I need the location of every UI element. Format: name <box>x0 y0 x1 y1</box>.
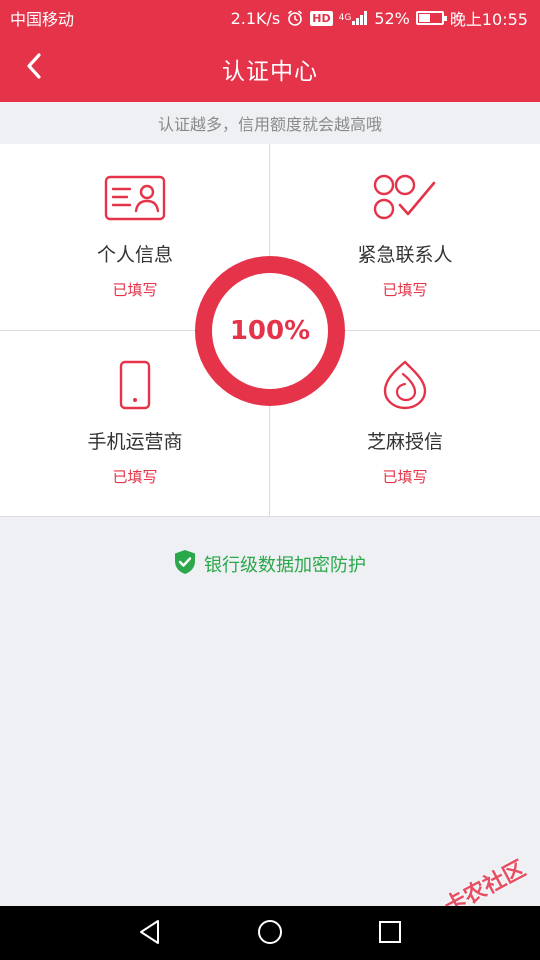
carrier-name: 中国移动 <box>10 10 75 29</box>
clock: 晚上10:55 <box>449 10 528 29</box>
card-label: 个人信息 <box>96 244 173 266</box>
progress-ring: 100% <box>195 256 345 406</box>
status-indicators: 2.1K/s HD 4G 52% 晚上10:55 <box>231 6 528 30</box>
square-recents-icon <box>378 920 402 948</box>
nav-bar: 认证中心 <box>0 36 540 102</box>
card-label: 紧急联系人 <box>357 244 453 266</box>
card-status: 已填写 <box>382 468 428 486</box>
hd-icon: HD <box>310 10 333 26</box>
system-nav-bar <box>0 906 540 960</box>
card-label: 芝麻授信 <box>366 431 443 453</box>
net-speed: 2.1K/s <box>230 8 281 28</box>
alarm-icon <box>286 9 304 27</box>
phone-icon <box>119 359 151 411</box>
signal-icon: 4G <box>339 11 369 25</box>
circle-home-icon <box>257 919 283 949</box>
battery-percent: 52% <box>374 8 410 28</box>
security-text: 银行级数据加密防护 <box>204 555 366 576</box>
battery-icon <box>415 11 447 25</box>
contacts-check-icon <box>372 172 438 224</box>
status-bar: 中国移动 2.1K/s HD 4G 52% 晚上10:55 <box>0 0 540 36</box>
triangle-back-icon <box>138 919 162 949</box>
card-status: 已填写 <box>382 281 428 299</box>
chevron-left-icon <box>24 52 44 84</box>
id-card-icon <box>104 172 166 224</box>
card-status: 已填写 <box>112 468 158 486</box>
card-status: 已填写 <box>112 281 158 299</box>
nav-recents-button[interactable] <box>376 920 404 948</box>
nav-home-button[interactable] <box>256 920 284 948</box>
security-notice: 银行级数据加密防护 <box>0 548 540 580</box>
back-button[interactable] <box>16 50 52 86</box>
page-title: 认证中心 <box>222 59 318 85</box>
hint-text: 认证越多，信用额度就会越高哦 <box>0 102 540 144</box>
nav-back-button[interactable] <box>136 920 164 948</box>
progress-percent: 100% <box>229 316 311 346</box>
sesame-icon <box>383 359 427 411</box>
shield-check-icon <box>174 549 196 580</box>
card-label: 手机运营商 <box>87 431 183 453</box>
